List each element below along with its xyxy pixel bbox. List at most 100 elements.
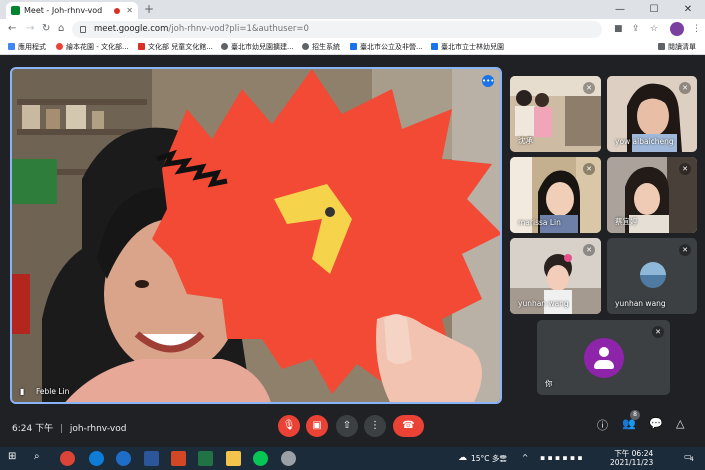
reload-icon[interactable]: ↻ — [42, 23, 50, 34]
powerpoint-icon[interactable] — [171, 451, 186, 466]
meeting-info-separator: | — [59, 424, 63, 434]
muted-mic-icon: ✕ — [583, 82, 595, 94]
activities-icon[interactable]: △ — [676, 417, 684, 430]
meeting-code: joh-rhnv-vod — [69, 424, 127, 434]
bookmark-item[interactable]: 臺北市立士林幼兒園 — [431, 42, 504, 52]
bookmark-item[interactable]: 臺北市公立及非營... — [350, 42, 423, 52]
tray-chevron-icon[interactable]: ^ — [522, 453, 528, 462]
self-avatar — [584, 338, 624, 378]
bookmark-favicon-icon — [56, 43, 63, 50]
participant-tile[interactable]: ✕ yunhan wang — [607, 238, 697, 314]
bookmark-item[interactable]: 文化部 兒童文化館... — [138, 42, 213, 52]
participant-avatar — [640, 262, 666, 288]
maximize-button[interactable]: ☐ — [637, 0, 671, 19]
clock-time: 下午 06:24 — [614, 449, 654, 458]
globe-icon — [221, 43, 228, 50]
bookmarks-bar: 應用程式 繪本花園 - 文化部... 文化部 兒童文化館... 臺北市幼兒園擴建… — [0, 40, 705, 55]
main-speaker-tile[interactable]: ••• ▮ Feble Lin — [10, 67, 502, 404]
clock[interactable]: 下午 06:24 2021/11/23 — [610, 449, 653, 467]
participant-name: 沈承 — [518, 136, 533, 145]
building-icon — [431, 43, 438, 50]
participant-name: yunhan wang — [615, 299, 666, 308]
app-icon[interactable] — [281, 451, 296, 466]
ie-icon[interactable] — [116, 451, 131, 466]
chat-icon[interactable]: 💬 — [649, 417, 663, 430]
participant-name: yow aibaicheng — [615, 137, 674, 146]
browser-tab[interactable]: Meet - Joh-rhnv-vod ✕ — [6, 2, 138, 19]
participant-name: yunhan wang — [518, 299, 569, 308]
present-screen-button[interactable]: ⇧ — [336, 415, 358, 437]
self-tile[interactable]: ✕ 你 — [537, 320, 670, 395]
minimize-button[interactable]: — — [603, 0, 637, 19]
more-options-icon[interactable]: ••• — [482, 75, 494, 87]
bookmark-item[interactable]: 招生系統 — [302, 42, 340, 52]
chrome-icon[interactable] — [60, 451, 75, 466]
self-name: 你 — [545, 379, 553, 388]
tray-icons[interactable]: ▪ ▪ ▪ ▪ ▪ ▪ — [540, 453, 582, 462]
leave-call-button[interactable]: ☎ — [393, 415, 424, 437]
url-host: meet.google.com — [94, 24, 169, 34]
participant-tile[interactable]: ✕ yow aibaicheng — [607, 76, 697, 152]
participant-tile[interactable]: ✕ marissa Lin — [510, 157, 601, 233]
clock-date: 2021/11/23 — [610, 458, 654, 467]
participant-name: marissa Lin — [518, 218, 561, 227]
close-window-button[interactable]: ✕ — [671, 0, 705, 19]
url-input[interactable]: meet.google.com/joh-rhnv-vod?pli=1&authu… — [72, 21, 602, 38]
new-tab-button[interactable]: + — [144, 2, 154, 16]
weather-text[interactable]: 15°C 多雲 — [471, 453, 507, 464]
menu-kebab-icon[interactable]: ⋮ — [692, 24, 701, 34]
reading-list[interactable]: 閱讀清單 — [658, 42, 696, 52]
windows-taskbar: ⊞ ⌕ ☁ 15°C 多雲 ^ ▪ ▪ ▪ ▪ ▪ ▪ 下午 06:24 202… — [0, 447, 705, 470]
meeting-time: 6:24 下午 — [12, 424, 54, 434]
bookmark-item[interactable]: 臺北市幼兒園擴建... — [221, 42, 294, 52]
muted-mic-icon: ✕ — [583, 163, 595, 175]
share-icon[interactable]: ⇪ — [632, 24, 640, 34]
line-icon[interactable] — [253, 451, 268, 466]
excel-icon[interactable] — [198, 451, 213, 466]
close-tab-icon[interactable]: ✕ — [126, 6, 133, 15]
muted-mic-icon: ✕ — [679, 163, 691, 175]
camera-off-button[interactable]: ▣ — [306, 415, 328, 437]
pin-icon[interactable]: ▮ — [20, 387, 24, 396]
participant-tile[interactable]: ✕ yunhan wang — [510, 238, 601, 314]
tab-title: Meet - Joh-rhnv-vod — [24, 6, 103, 15]
reading-list-icon — [658, 43, 665, 50]
bookmark-item[interactable]: 繪本花園 - 文化部... — [56, 42, 129, 52]
meeting-info: 6:24 下午 | joh-rhnv-vod — [12, 421, 126, 434]
participant-tile[interactable]: ✕ 沈承 — [510, 76, 601, 152]
edge-icon[interactable] — [89, 451, 104, 466]
person-body-icon — [594, 360, 614, 369]
url-path: /joh-rhnv-vod?pli=1&authuser=0 — [168, 24, 309, 34]
file-explorer-icon[interactable] — [226, 451, 241, 466]
meeting-details-icon[interactable]: ⓘ — [597, 417, 608, 433]
home-icon[interactable]: ⌂ — [58, 23, 64, 34]
windows-start-icon[interactable]: ⊞ — [8, 451, 16, 462]
lock-icon — [80, 26, 86, 33]
participant-tile[interactable]: ✕ 蔡宜婷 — [607, 157, 697, 233]
mic-off-button[interactable]: 🎙 — [278, 415, 300, 437]
more-options-button[interactable]: ⋮ — [364, 415, 386, 437]
participants-count-badge: 8 — [630, 410, 640, 420]
address-bar: ← → ↻ ⌂ meet.google.com/joh-rhnv-vod?pli… — [0, 19, 705, 40]
word-icon[interactable] — [144, 451, 159, 466]
bookmark-apps[interactable]: 應用程式 — [8, 42, 46, 52]
meeting-controls-bar: 6:24 下午 | joh-rhnv-vod 🎙 ▣ ⇧ ⋮ ☎ ⓘ 👥 8 💬… — [0, 403, 705, 447]
camera-icon[interactable]: ■ — [614, 24, 623, 34]
browser-tab-bar: Meet - Joh-rhnv-vod ✕ + — ☐ ✕ — [0, 0, 705, 19]
youtube-icon — [138, 43, 145, 50]
forward-arrow-icon[interactable]: → — [26, 23, 34, 34]
meet-favicon-icon — [11, 6, 20, 15]
profile-avatar[interactable] — [670, 22, 684, 36]
star-icon[interactable]: ☆ — [650, 24, 658, 34]
person-head-icon — [599, 347, 609, 357]
participant-name: 蔡宜婷 — [615, 217, 638, 226]
back-arrow-icon[interactable]: ← — [8, 23, 16, 34]
notification-count: 4 — [690, 456, 694, 463]
weather-icon: ☁ — [458, 453, 467, 463]
speaker-name: Feble Lin — [36, 387, 70, 396]
window-controls: — ☐ ✕ — [603, 0, 705, 19]
muted-mic-icon: ✕ — [652, 326, 664, 338]
speaker-video — [12, 69, 500, 402]
muted-mic-icon: ✕ — [679, 82, 691, 94]
search-icon[interactable]: ⌕ — [34, 451, 40, 462]
